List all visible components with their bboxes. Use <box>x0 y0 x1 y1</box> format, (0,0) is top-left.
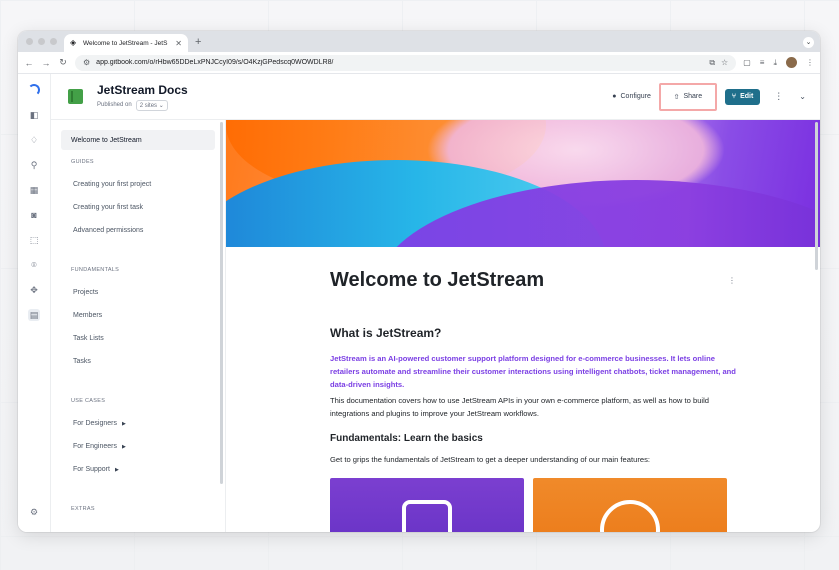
url-text: app.gitbook.com/o/rHbw65DDeLxPNJCcyI09/s… <box>96 59 334 66</box>
subsection-heading: Fundamentals: Learn the basics <box>330 433 483 444</box>
toc-item-label: For Support <box>73 466 110 473</box>
feature-card[interactable] <box>533 478 727 532</box>
browser-window: ◈ Welcome to JetStream - JetS ✕ + ⌄ ← → … <box>18 31 820 532</box>
configure-button[interactable]: ● Configure <box>612 93 651 100</box>
layout-icon <box>402 500 452 532</box>
branch-icon: ⑂ <box>731 93 737 100</box>
tab-title: Welcome to JetStream - JetS <box>83 39 168 47</box>
toc-item-expandable[interactable]: For Support ▶ <box>61 458 225 481</box>
toc-item[interactable]: Members <box>61 304 225 327</box>
extensions-icon[interactable]: ▢ <box>743 58 751 67</box>
lead-paragraph: JetStream is an AI-powered customer supp… <box>330 354 736 389</box>
toc-item[interactable]: Tasks <box>61 350 225 373</box>
toc-scrollbar[interactable] <box>220 122 223 484</box>
sites-dropdown[interactable]: 2 sites ⌄ <box>135 99 168 111</box>
feature-card[interactable] <box>330 478 524 532</box>
published-label: Published on <box>97 102 132 108</box>
browser-toolbar: ← → ↻ ⚙ app.gitbook.com/o/rHbw65DDeLxPNJ… <box>18 52 820 74</box>
book-icon[interactable]: ▤ <box>28 309 40 321</box>
cast-icon[interactable]: ⧉ <box>709 58 715 68</box>
toc-item[interactable]: Creating your first task <box>61 196 225 219</box>
edit-label: Edit <box>740 93 754 100</box>
search-icon[interactable]: ⚲ <box>28 159 40 171</box>
docs-icon[interactable]: ◙ <box>28 209 40 221</box>
settings-gear-icon[interactable]: ⚙ <box>28 506 40 518</box>
reload-icon[interactable]: ↻ <box>58 57 68 68</box>
sites-label: 2 sites <box>139 102 158 109</box>
gitbook-favicon-icon: ◈ <box>70 38 77 47</box>
toc-section-guides: GUIDES <box>71 158 94 165</box>
article: Welcome to JetStream ⋮ What is JetStream… <box>226 247 736 532</box>
toc-item-label: For Engineers <box>73 443 117 450</box>
body-paragraph: Get to grips the fundamentals of JetStre… <box>330 455 650 464</box>
toc-section-extras: EXTRAS <box>71 505 95 512</box>
gitbook-logo-icon[interactable] <box>28 84 40 96</box>
toc-item[interactable]: Creating your first project <box>61 173 225 196</box>
tab-menu-icon[interactable]: ⌄ <box>803 37 814 48</box>
configure-label: Configure <box>620 93 651 100</box>
expand-caret-icon[interactable]: ▶ <box>122 421 126 427</box>
download-icon[interactable]: ⤓ <box>773 58 777 68</box>
toc-section-use-cases: USE CASES <box>71 397 106 404</box>
puzzle-icon[interactable]: ✥ <box>28 284 40 296</box>
gitbook-app: ◧ ♢ ⚲ ▦ ◙ ⬚ ⌾ ✥ ▤ ⚙ JetStream Docs Publi… <box>18 74 820 532</box>
circle-icon <box>600 500 660 532</box>
tab-strip: ◈ Welcome to JetStream - JetS ✕ + ⌄ <box>18 31 820 52</box>
toc-item-expandable[interactable]: For Engineers ▶ <box>61 435 225 458</box>
page-actions-icon[interactable]: ⋮ <box>728 276 736 285</box>
card-grid <box>330 478 736 532</box>
window-controls[interactable] <box>26 38 57 45</box>
browser-tab[interactable]: ◈ Welcome to JetStream - JetS ✕ <box>64 34 188 52</box>
toc-item-expandable[interactable]: For Designers ▶ <box>61 412 225 435</box>
collapse-chevron-icon[interactable]: ⌄ <box>799 92 806 101</box>
space-header: JetStream Docs Published on 2 sites ⌄ ● … <box>51 74 820 120</box>
dashed-box-icon[interactable]: ⬚ <box>28 234 40 246</box>
toc-item[interactable]: Projects <box>61 281 225 304</box>
bookmark-star-icon[interactable]: ☆ <box>721 58 728 67</box>
expand-caret-icon[interactable]: ▶ <box>122 444 126 450</box>
toc-item[interactable]: Task Lists <box>61 327 225 350</box>
content-scrollbar[interactable] <box>815 122 818 270</box>
toc-item-welcome[interactable]: Welcome to JetStream <box>61 130 215 150</box>
table-of-contents: Welcome to JetStream GUIDES Creating you… <box>51 120 225 532</box>
share-icon: ⇧ <box>673 93 680 101</box>
bell-icon[interactable]: ♢ <box>28 134 40 146</box>
profile-avatar[interactable] <box>786 57 797 68</box>
toc-item-label: For Designers <box>73 420 117 427</box>
share-button-highlight[interactable]: ⇧ Share <box>658 82 717 111</box>
more-options-icon[interactable]: ⋮ <box>774 91 783 102</box>
edit-button[interactable]: ⑂ Edit <box>724 88 761 105</box>
icon-rail: ◧ ♢ ⚲ ▦ ◙ ⬚ ⌾ ✥ ▤ ⚙ <box>18 74 51 532</box>
site-info-icon[interactable]: ⚙ <box>83 58 90 67</box>
browser-menu-icon[interactable]: ⋮ <box>806 58 814 67</box>
share-label: Share <box>683 93 703 100</box>
back-icon[interactable]: ← <box>24 58 34 68</box>
new-tab-icon[interactable]: + <box>195 36 201 48</box>
section-heading: What is JetStream? <box>330 326 442 340</box>
toc-section-fundamentals: FUNDAMENTALS <box>71 266 120 273</box>
github-icon: ● <box>612 93 617 100</box>
reading-list-icon[interactable]: ≡ <box>760 58 765 67</box>
expand-caret-icon[interactable]: ▶ <box>115 467 119 473</box>
sidebar-toggle-icon[interactable]: ◧ <box>28 109 40 121</box>
book-space-icon <box>68 89 83 104</box>
location-pin-icon[interactable]: ⌾ <box>28 259 40 271</box>
address-bar[interactable]: ⚙ app.gitbook.com/o/rHbw65DDeLxPNJCcyI09… <box>75 54 737 71</box>
space-body: Welcome to JetStream GUIDES Creating you… <box>51 120 820 532</box>
forward-icon[interactable]: → <box>41 58 51 68</box>
close-tab-icon[interactable]: ✕ <box>175 39 182 48</box>
toc-item[interactable]: Advanced permissions <box>61 219 225 242</box>
cover-image <box>226 120 820 247</box>
space-title[interactable]: JetStream Docs <box>97 83 188 97</box>
body-paragraph: This documentation covers how to use Jet… <box>330 396 710 418</box>
page-content: Welcome to JetStream ⋮ What is JetStream… <box>225 120 820 532</box>
main-area: JetStream Docs Published on 2 sites ⌄ ● … <box>51 74 820 532</box>
page-title[interactable]: Welcome to JetStream <box>330 269 736 292</box>
apps-grid-icon[interactable]: ▦ <box>28 184 40 196</box>
